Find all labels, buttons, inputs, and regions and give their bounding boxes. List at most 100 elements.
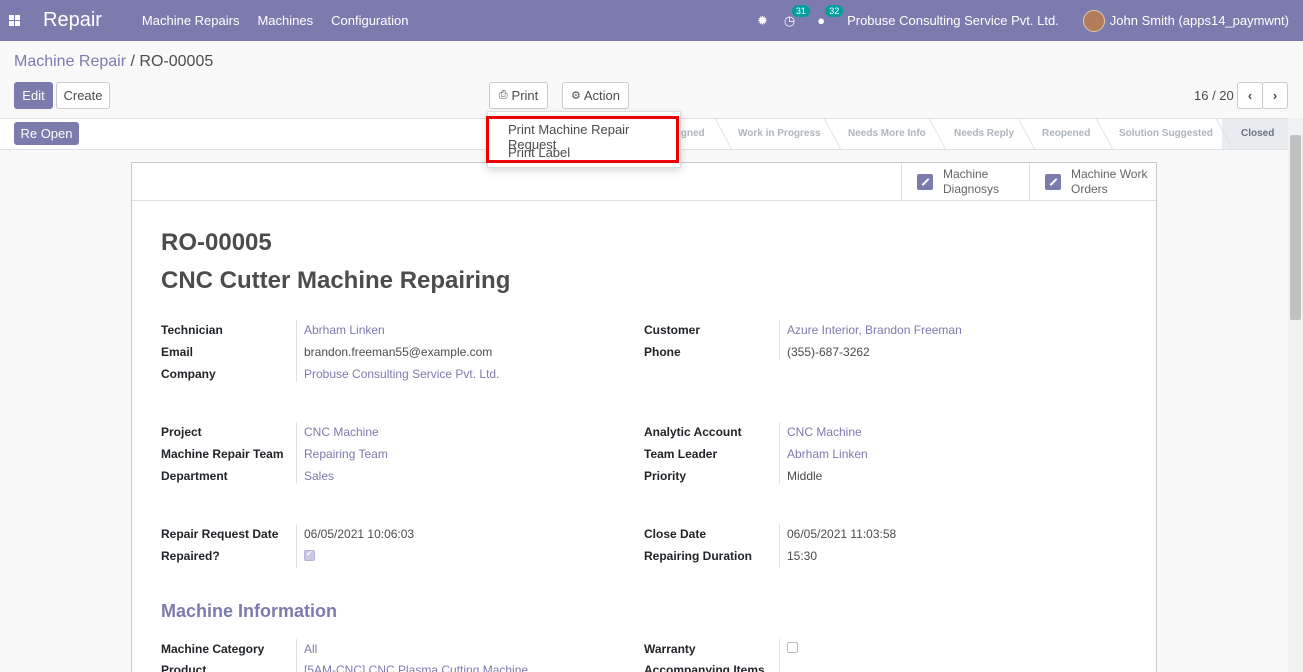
menu-machine-repairs[interactable]: Machine Repairs [142,13,240,28]
machine-info-title: Machine Information [161,601,338,621]
stage-solution-suggested[interactable]: Solution Suggested [1119,128,1213,139]
print-button[interactable]: ⎙ Print [489,82,548,109]
priority-label: Priority [644,469,687,483]
machine-category-label: Machine Category [161,642,265,656]
duration-label: Repairing Duration [644,549,753,563]
message-count-badge: 32 [825,5,844,17]
stage-closed[interactable]: Closed [1241,128,1274,139]
messages-icon[interactable]: ● 32 [817,5,844,28]
stage-divider [824,119,841,149]
action-button[interactable]: ⚙ Action [562,82,629,109]
close-date-value: 06/05/2021 11:03:58 [787,527,897,541]
product-label: Product [161,663,207,672]
technician-value[interactable]: Abrham Linken [304,323,385,337]
product-value[interactable]: [5AM-CNC] CNC Plasma Cutting Machine [304,663,528,672]
analytic-account-value[interactable]: CNC Machine [787,425,862,439]
stage-divider [1096,119,1113,149]
phone-label: Phone [644,345,681,359]
customer-value[interactable]: Azure Interior, Brandon Freeman [787,323,962,337]
stage-divider [715,119,732,149]
stage-needs-reply[interactable]: Needs Reply [954,128,1014,139]
duration-value: 15:30 [787,549,818,563]
repair-team-value[interactable]: Repairing Team [304,447,388,461]
scrollbar-thumb[interactable] [1290,135,1301,320]
record-title: CNC Cutter Machine Repairing [161,267,511,294]
apps-menu-icon[interactable] [9,15,20,26]
project-label: Project [161,425,202,439]
menu-configuration[interactable]: Configuration [331,13,408,28]
create-button[interactable]: Create [56,82,110,109]
action-label: Action [583,88,620,103]
company-switcher[interactable]: Probuse Consulting Service Pvt. Ltd. [847,13,1059,28]
warranty-label: Warranty [644,642,696,656]
chevron-right-icon: › [1272,88,1278,103]
smart-button-box: Machine Diagnosys Machine Work Orders [132,163,1156,201]
user-menu[interactable]: John Smith (apps14_paymwnt) [1110,13,1289,28]
machine-diagnosys-line1: Machine [943,166,989,181]
department-value[interactable]: Sales [304,469,334,483]
print-label: Print [511,88,539,103]
menu-machines[interactable]: Machines [257,13,313,28]
record-reference: RO-00005 [161,229,272,256]
machine-diagnosys-line2: Diagnosys [943,181,1000,196]
form-sheet: Machine Diagnosys Machine Work Orders RO… [131,162,1157,672]
email-value: brandon.freeman55@example.com [304,345,493,359]
app-title[interactable]: Repair [43,9,102,32]
stage-divider [1018,119,1035,149]
machine-work-orders-label: Machine Work Orders [1071,167,1147,197]
customer-label: Customer [644,323,701,337]
machine-diagnosys-label: Machine Diagnosys [943,167,999,197]
company-label: Company [161,367,216,381]
machine-work-orders-line1: Machine Work [1071,166,1148,181]
field-separator [779,524,780,568]
priority-value: Middle [787,469,823,483]
field-separator [296,524,297,568]
stage-reopened[interactable]: Reopened [1042,128,1090,139]
request-date-value: 06/05/2021 10:06:03 [304,527,415,541]
machine-category-value[interactable]: All [304,642,317,656]
breadcrumb-current: RO-00005 [139,53,214,70]
machine-diagnosys-button[interactable]: Machine Diagnosys [901,163,1029,200]
debug-bug-icon[interactable]: ✹ [757,13,768,29]
phone-value: (355)-687-3262 [787,345,870,359]
machine-work-orders-button[interactable]: Machine Work Orders [1029,163,1156,200]
technician-label: Technician [161,323,223,337]
project-value[interactable]: CNC Machine [304,425,379,439]
team-leader-value[interactable]: Abrham Linken [787,447,868,461]
warranty-checkbox [787,642,798,653]
analytic-account-label: Analytic Account [644,425,742,439]
edit-button[interactable]: Edit [14,82,53,109]
activity-icon[interactable]: ◷ 31 [784,4,810,29]
repaired-checkbox [304,549,315,561]
field-separator [779,422,780,484]
repair-team-label: Machine Repair Team [161,447,284,461]
stage-work-in-progress[interactable]: Work in Progress [738,128,821,139]
field-separator [296,422,297,484]
field-separator [779,639,780,672]
field-separator [779,320,780,360]
chevron-left-icon: ‹ [1247,88,1253,103]
user-avatar[interactable] [1082,9,1105,32]
breadcrumb-separator: / [130,53,135,70]
edit-icon [1045,173,1061,190]
repaired-label: Repaired? [161,549,220,563]
stage-needs-more-info[interactable]: Needs More Info [848,128,926,139]
top-navbar: Repair Machine Repairs Machines Configur… [0,0,1303,41]
stage-divider [929,119,946,149]
field-separator [296,320,297,382]
team-leader-label: Team Leader [644,447,718,461]
activity-count-badge: 31 [791,4,810,17]
breadcrumb: Machine Repair / RO-00005 [14,53,213,71]
gear-icon: ⚙ [570,90,581,102]
machine-work-orders-line2: Orders [1071,181,1108,196]
pager-next-button[interactable]: › [1262,82,1288,109]
breadcrumb-parent[interactable]: Machine Repair [14,53,126,70]
stage-assigned[interactable]: igned [678,128,705,139]
reopen-button[interactable]: Re Open [14,122,79,145]
email-label: Email [161,345,194,359]
pager-previous-button[interactable]: ‹ [1237,82,1263,109]
company-value[interactable]: Probuse Consulting Service Pvt. Ltd. [304,367,499,381]
pager-value[interactable]: 16 / 20 [1194,88,1234,103]
accompanying-items-label: Accompanying Items [644,663,765,672]
edit-icon [917,173,933,190]
